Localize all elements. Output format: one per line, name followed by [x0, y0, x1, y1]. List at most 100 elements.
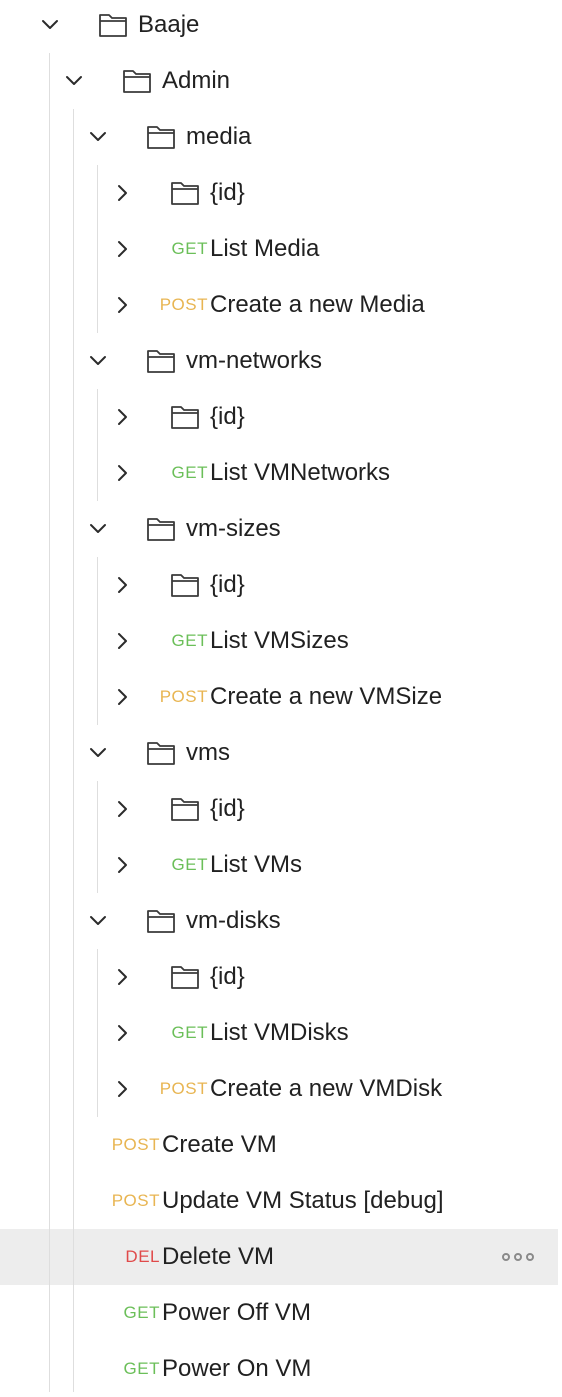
request-row-list-vmsizes[interactable]: GET List VMSizes [0, 613, 558, 669]
chevron-right-icon[interactable] [111, 630, 133, 652]
request-row-list-media[interactable]: GET List Media [0, 221, 558, 277]
request-row-list-vmdisks[interactable]: GET List VMDisks [0, 1005, 558, 1061]
folder-icon [146, 737, 176, 767]
request-row-create-a-new-vmsize[interactable]: POST Create a new VMSize [0, 669, 558, 725]
request-row-create-a-new-vmdisk[interactable]: POST Create a new VMDisk [0, 1061, 558, 1117]
folder-icon [170, 177, 200, 207]
indent-guide [49, 53, 50, 1392]
method-badge-get: GET [123, 1303, 160, 1322]
chevron-right-icon[interactable] [111, 966, 133, 988]
chevron-down-icon[interactable] [87, 126, 109, 148]
indent-guide [97, 949, 98, 1117]
folder-icon [170, 961, 200, 991]
folder-row-admin[interactable]: Admin [0, 53, 558, 109]
folder-label: Admin [162, 67, 231, 94]
more-options-icon[interactable] [502, 1247, 534, 1267]
chevron-right-icon[interactable] [111, 406, 133, 428]
chevron-right-icon[interactable] [111, 574, 133, 596]
chevron-right-icon[interactable] [111, 182, 133, 204]
request-row-list-vms[interactable]: GET List VMs [0, 837, 558, 893]
method-badge-get: GET [171, 239, 208, 258]
chevron-right-icon[interactable] [111, 294, 133, 316]
folder-row-baaje[interactable]: Baaje [0, 0, 558, 53]
folder-label: vms [186, 739, 230, 766]
method-badge-post: POST [159, 687, 208, 706]
chevron-down-icon[interactable] [87, 350, 109, 372]
folder-label: {id} [210, 571, 245, 598]
folder-row-vm-networks[interactable]: vm-networks [0, 333, 558, 389]
more-dot [502, 1253, 510, 1261]
folder-label: media [186, 123, 252, 150]
indent-guide [97, 781, 98, 893]
indent-guide [97, 165, 98, 333]
folder-row-media[interactable]: media [0, 109, 558, 165]
method-badge-get: GET [171, 1023, 208, 1042]
folder-row-id[interactable]: {id} [0, 165, 558, 221]
folder-label: vm-sizes [186, 515, 281, 542]
folder-icon [146, 345, 176, 375]
indent-guide [97, 389, 98, 501]
folder-row-vm-sizes[interactable]: vm-sizes [0, 501, 558, 557]
method-badge-post: POST [111, 1135, 160, 1154]
chevron-down-icon[interactable] [39, 14, 61, 36]
folder-icon [146, 905, 176, 935]
request-label: Create a new VMSize [210, 683, 443, 710]
folder-icon [122, 65, 152, 95]
folder-row-id[interactable]: {id} [0, 949, 558, 1005]
request-label: List VMSizes [210, 627, 349, 654]
folder-label: {id} [210, 963, 245, 990]
request-label: Delete VM [162, 1243, 275, 1270]
folder-row-vm-disks[interactable]: vm-disks [0, 893, 558, 949]
method-badge-get: GET [171, 463, 208, 482]
folder-label: {id} [210, 403, 245, 430]
method-badge-post: POST [159, 1079, 208, 1098]
chevron-down-icon[interactable] [87, 742, 109, 764]
indent-guide [73, 109, 74, 1392]
request-row-update-vm-status-debug[interactable]: POST Update VM Status [debug] [0, 1173, 558, 1229]
request-label: List VMDisks [210, 1019, 349, 1046]
folder-row-id[interactable]: {id} [0, 389, 558, 445]
folder-label: Baaje [138, 11, 200, 38]
chevron-right-icon[interactable] [111, 686, 133, 708]
folder-row-id[interactable]: {id} [0, 557, 558, 613]
request-row-power-on-vm[interactable]: GET Power On VM [0, 1341, 558, 1397]
request-row-create-a-new-media[interactable]: POST Create a new Media [0, 277, 558, 333]
chevron-right-icon[interactable] [111, 854, 133, 876]
request-label: List VMs [210, 851, 303, 878]
request-label: Power Off VM [162, 1299, 311, 1326]
chevron-down-icon[interactable] [87, 910, 109, 932]
chevron-right-icon[interactable] [111, 238, 133, 260]
chevron-right-icon[interactable] [111, 1022, 133, 1044]
method-badge-post: POST [159, 295, 208, 314]
more-dot [514, 1253, 522, 1261]
chevron-down-icon[interactable] [87, 518, 109, 540]
folder-row-id[interactable]: {id} [0, 781, 558, 837]
folder-icon [170, 793, 200, 823]
folder-label: {id} [210, 179, 245, 206]
chevron-right-icon[interactable] [111, 462, 133, 484]
request-label: Create VM [162, 1131, 277, 1158]
indent-guide [97, 557, 98, 725]
folder-icon [170, 569, 200, 599]
folder-icon [146, 121, 176, 151]
method-badge-del: DEL [125, 1247, 160, 1266]
folder-label: vm-networks [186, 347, 323, 374]
request-row-create-vm[interactable]: POST Create VM [0, 1117, 558, 1173]
request-row-power-off-vm[interactable]: GET Power Off VM [0, 1285, 558, 1341]
request-label: Update VM Status [debug] [162, 1187, 444, 1214]
method-badge-post: POST [111, 1191, 160, 1210]
folder-label: {id} [210, 795, 245, 822]
folder-icon [146, 513, 176, 543]
collection-tree: Baaje Admin media {id} GET List Media POST Crea… [0, 0, 562, 1392]
method-badge-get: GET [171, 855, 208, 874]
folder-row-vms[interactable]: vms [0, 725, 558, 781]
method-badge-get: GET [123, 1359, 160, 1378]
folder-label: vm-disks [186, 907, 281, 934]
request-row-delete-vm[interactable]: DEL Delete VM [0, 1229, 558, 1285]
request-row-list-vmnetworks[interactable]: GET List VMNetworks [0, 445, 558, 501]
folder-icon [170, 401, 200, 431]
chevron-down-icon[interactable] [63, 70, 85, 92]
chevron-right-icon[interactable] [111, 1078, 133, 1100]
chevron-right-icon[interactable] [111, 798, 133, 820]
more-dot [526, 1253, 534, 1261]
